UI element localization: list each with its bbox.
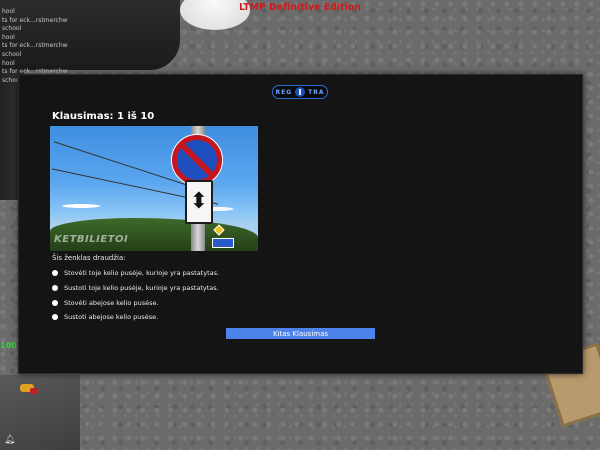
bell-icon: 🔔︎	[4, 435, 16, 445]
question-title: Klausimas: 1 iš 10	[52, 111, 155, 122]
logo-text-left: REG	[275, 88, 293, 96]
radio-icon[interactable]	[52, 299, 58, 306]
answer-label[interactable]: Stovėti toje kelio pusėje, kurioje yra p…	[64, 269, 219, 277]
arrow-up-down-icon: ⬍	[185, 180, 213, 224]
logo-text-right: TRA	[308, 88, 325, 96]
chat-line: school	[2, 50, 22, 58]
answer-option[interactable]: Stovėti toje kelio pusėje, kurioje yra p…	[52, 266, 219, 281]
next-question-button[interactable]: Kitas Klausimas	[226, 328, 375, 339]
answer-option[interactable]: Stovėti abejose kelio pusėse.	[52, 295, 219, 310]
answer-label[interactable]: Stovėti abejose kelio pusėse.	[64, 299, 159, 307]
question-image: ⬍ KETBILIETOI	[50, 126, 258, 251]
world-item-red	[30, 388, 38, 394]
chat-line: school	[2, 25, 22, 33]
photo-watermark: KETBILIETOI	[54, 234, 129, 245]
info-icon	[295, 87, 306, 97]
radio-icon[interactable]	[52, 285, 58, 292]
answer-label[interactable]: Sustoti abejose kelio pusėse.	[64, 313, 158, 321]
answer-label[interactable]: Sustoti toje kelio pusėje, kurioje yra p…	[64, 284, 219, 292]
radio-icon[interactable]	[52, 314, 58, 321]
hud-health-value: 100	[0, 341, 17, 350]
question-prompt: Šis ženklas draudžia:	[52, 254, 126, 262]
photo-clouds	[50, 188, 258, 218]
chat-line: ts for eck...rstmerchw	[2, 16, 68, 24]
chat-line: ts for eck...rstmerchw	[2, 42, 68, 50]
blue-info-sign	[212, 238, 234, 248]
chat-line: hool	[2, 33, 15, 41]
regitra-logo: REG TRA	[272, 85, 328, 99]
answer-option[interactable]: Sustoti toje kelio pusėje, kurioje yra p…	[52, 281, 219, 296]
answer-option[interactable]: Sustoti abejose kelio pusėse.	[52, 310, 219, 325]
chat-line: hool	[2, 59, 15, 67]
chat-line: hool	[2, 8, 15, 15]
no-parking-sign	[171, 134, 223, 186]
answer-list: Stovėti toje kelio pusėje, kurioje yra p…	[52, 266, 219, 325]
radio-icon[interactable]	[52, 270, 58, 277]
